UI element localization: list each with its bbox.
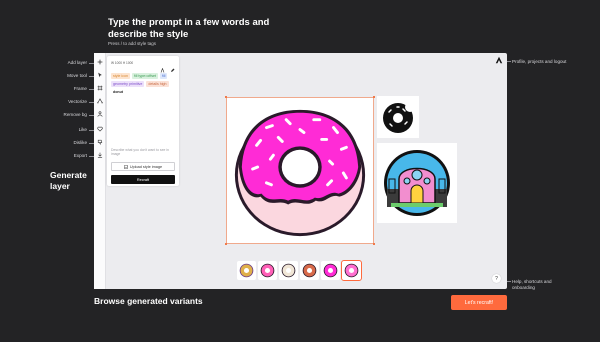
image-icon [124, 164, 128, 169]
resize-handle[interactable] [373, 243, 375, 245]
help-button[interactable]: ? [492, 274, 501, 283]
browse-variants-label: Browse generated variants [94, 296, 203, 306]
thumbs-down-icon[interactable] [96, 138, 104, 146]
generate-layer-label: Generate layer [50, 170, 87, 191]
label-help: Help, shortcuts and onboarding [512, 279, 552, 290]
label-add-layer: Add layer [67, 60, 87, 65]
toolbar [94, 53, 106, 289]
recraft-button[interactable]: Recraft [111, 175, 175, 184]
prompt-subject[interactable]: donut [111, 89, 125, 95]
plus-icon[interactable] [96, 58, 104, 66]
pencil-icon[interactable] [170, 60, 175, 72]
variant-thumbnail[interactable] [237, 261, 256, 280]
upload-style-image-button[interactable]: Upload style image [111, 162, 175, 171]
size-readout: W 1000 H 1000 [111, 61, 134, 65]
resize-handle[interactable] [225, 96, 227, 98]
variant-thumbnail[interactable] [300, 261, 319, 280]
connector-line [507, 281, 511, 282]
prompt-panel: W 1000 H 1000 style icon fill type=offse… [107, 56, 179, 186]
lets-recraft-button[interactable]: Let's recraft! [451, 295, 507, 310]
reference-image-donut-house[interactable] [377, 143, 457, 223]
tag-details[interactable]: details high [146, 81, 169, 87]
frame-icon[interactable] [96, 84, 104, 92]
panel-icons [160, 60, 175, 73]
variant-thumbnail[interactable] [321, 261, 340, 280]
variant-thumbnail[interactable] [258, 261, 277, 280]
variant-thumbnail-selected[interactable] [341, 260, 362, 281]
tag-style[interactable]: style icon [111, 73, 130, 79]
app-window: W 1000 H 1000 style icon fill type=offse… [94, 53, 507, 289]
resize-handle[interactable] [225, 243, 227, 245]
vectorize-icon[interactable] [96, 97, 104, 105]
tag-geometry[interactable]: geometry primitive [111, 81, 145, 87]
resize-handle[interactable] [373, 96, 375, 98]
upload-style-image-label: Upload style image [129, 164, 163, 169]
variant-strip [237, 260, 362, 281]
label-move-tool: Move tool [67, 73, 87, 78]
label-vectorize: Vectorize [68, 99, 87, 104]
intro-subheading: Press / to add style tags [108, 41, 157, 46]
canvas-frame[interactable] [225, 96, 375, 245]
style-icon[interactable] [160, 60, 165, 73]
prompt-tags[interactable]: style icon fill type=offset fill geometr… [111, 73, 177, 95]
intro-heading: Type the prompt in a few words and descr… [108, 17, 270, 40]
heart-icon[interactable] [96, 125, 104, 133]
label-like: Like [78, 127, 87, 132]
connector-line [507, 61, 511, 62]
label-profile: Profile, projects and logout [512, 59, 567, 64]
profile-logo-icon[interactable] [494, 55, 503, 64]
tag-fill[interactable]: fill [160, 73, 168, 79]
donut-illustration [234, 109, 366, 237]
label-dislike: Dislike [73, 140, 87, 145]
reference-image-donut[interactable] [377, 96, 419, 138]
label-frame: Frame [73, 86, 87, 91]
variant-thumbnail[interactable] [279, 261, 298, 280]
remove-bg-icon[interactable] [96, 110, 104, 118]
label-export: Export [73, 153, 87, 158]
negative-prompt-input[interactable]: Describe what you don't want to see in i… [111, 148, 171, 157]
label-remove-bg: Remove bg [63, 112, 88, 117]
download-icon[interactable] [96, 151, 104, 159]
tag-fill-type[interactable]: fill type=offset [131, 73, 158, 79]
cursor-icon[interactable] [96, 71, 104, 79]
